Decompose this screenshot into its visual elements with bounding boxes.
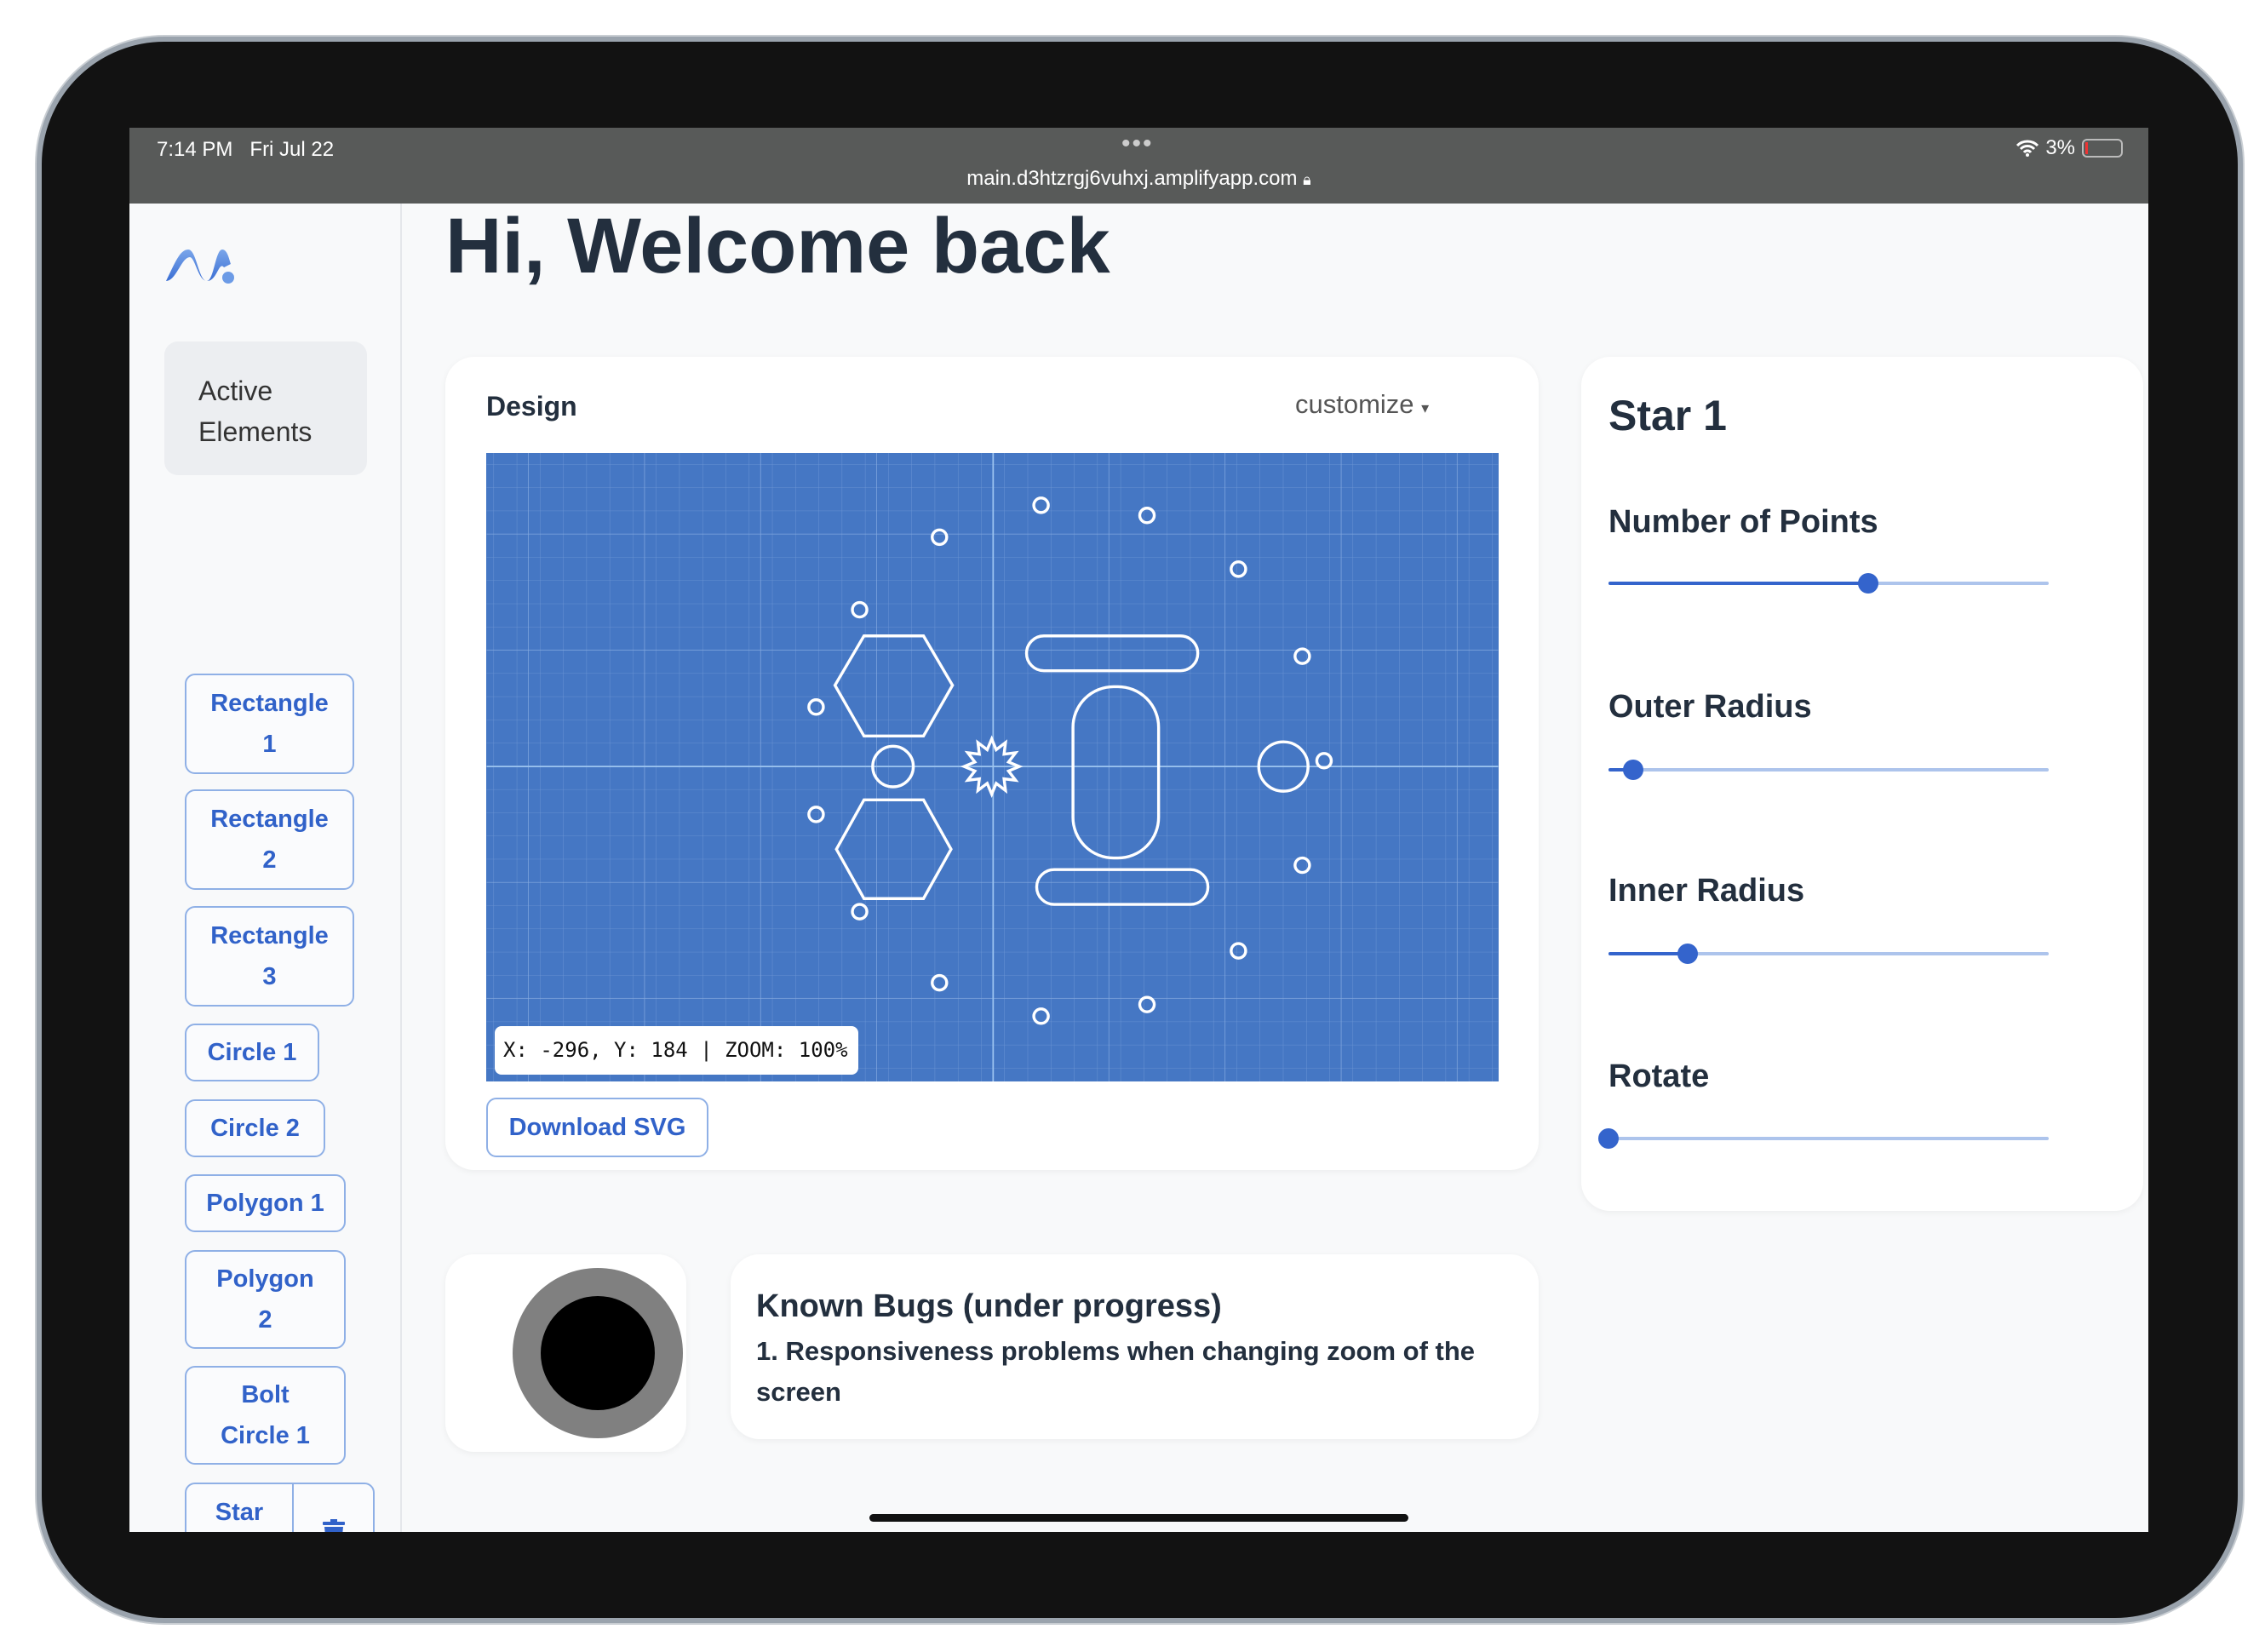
page-title: Hi, Welcome back (445, 203, 1110, 290)
element-rectangle-1[interactable]: Rectangle 1 (185, 674, 354, 774)
slider-thumb[interactable] (1677, 944, 1699, 964)
element-star-1: Star 1 (185, 1483, 375, 1532)
address-bar[interactable]: main.d3htzrgj6vuhxj.amplifyapp.com 🔒︎ (129, 167, 2148, 191)
element-polygon-2[interactable]: Polygon 2 (185, 1250, 346, 1349)
known-bugs-card: Known Bugs (under progress) 1. Responsiv… (731, 1254, 1539, 1439)
caret-down-icon: ▾ (1421, 399, 1430, 416)
inner-radius-label: Inner Radius (1608, 873, 1805, 909)
preview-circle-icon (513, 1268, 683, 1438)
element-circle-2[interactable]: Circle 2 (185, 1099, 325, 1157)
status-bar: 7:14 PM Fri Jul 22 ••• main.d3htzrgj6vuh… (129, 128, 2148, 204)
number-of-points-slider[interactable] (1608, 571, 2049, 596)
screen: 7:14 PM Fri Jul 22 ••• main.d3htzrgj6vuh… (129, 128, 2148, 1532)
slider-thumb[interactable] (1598, 1128, 1619, 1149)
home-indicator[interactable] (869, 1514, 1408, 1522)
number-of-points-label: Number of Points (1608, 504, 1878, 540)
rotate-label: Rotate (1608, 1058, 1710, 1094)
coordinate-readout: X: -296, Y: 184 | ZOOM: 100% (495, 1026, 858, 1075)
rotate-slider[interactable] (1598, 1126, 2049, 1151)
element-rectangle-3[interactable]: Rectangle 3 (185, 906, 354, 1007)
time: 7:14 PM (157, 138, 233, 161)
element-star-1-label[interactable]: Star 1 (186, 1484, 294, 1532)
slider-thumb[interactable] (1622, 760, 1643, 780)
download-svg-button[interactable]: Download SVG (486, 1098, 708, 1157)
element-polygon-1[interactable]: Polygon 1 (185, 1174, 346, 1232)
outer-radius-slider[interactable] (1608, 757, 2049, 783)
known-bugs-title: Known Bugs (under progress) (756, 1288, 1222, 1324)
url-text: main.d3htzrgj6vuhxj.amplifyapp.com (966, 167, 1298, 190)
status-icons: 3% (2016, 136, 2123, 160)
delete-button[interactable] (294, 1484, 373, 1532)
design-heading: Design (486, 391, 577, 422)
known-bugs-text: 1. Responsiveness problems when changing… (756, 1336, 1476, 1407)
element-circle-1[interactable]: Circle 1 (185, 1024, 319, 1081)
properties-panel: Star 1 Number of Points Outer Radius Inn… (1581, 357, 2143, 1211)
element-bolt-circle-1[interactable]: Bolt Circle 1 (185, 1366, 346, 1465)
status-time: 7:14 PM Fri Jul 22 (157, 138, 334, 162)
element-rectangle-2[interactable]: Rectangle 2 (185, 789, 354, 890)
design-canvas[interactable]: X: -296, Y: 184 | ZOOM: 100% (486, 453, 1499, 1081)
sidebar: Active Elements Rectangle 1 Rectangle 2 … (129, 204, 402, 1532)
battery-percent: 3% (2045, 136, 2075, 159)
design-card: Design customize ▾ X: -296, Y: 184 | ZOO… (445, 357, 1539, 1170)
trash-icon (322, 1518, 345, 1532)
outer-radius-label: Outer Radius (1608, 689, 1812, 725)
active-elements-heading: Active Elements (164, 341, 367, 475)
inner-radius-slider[interactable] (1608, 941, 2049, 967)
slider-thumb[interactable] (1858, 573, 1879, 594)
slider-fill (1608, 952, 1689, 955)
lock-icon: 🔒︎ (1303, 171, 1311, 188)
battery-icon (2082, 139, 2123, 158)
slider-fill (1608, 582, 1869, 585)
properties-title: Star 1 (1608, 392, 1727, 439)
customize-label: customize (1295, 389, 1414, 419)
date: Fri Jul 22 (249, 138, 335, 161)
wifi-icon (2016, 140, 2039, 157)
slider-track (1608, 768, 2049, 772)
canvas-svg[interactable] (486, 453, 1499, 1081)
more-dots-icon[interactable]: ••• (1121, 129, 1154, 158)
customize-dropdown[interactable]: customize ▾ (1295, 389, 1429, 420)
app-logo (166, 250, 234, 284)
preview-card (445, 1254, 686, 1452)
slider-track (1608, 1137, 2049, 1140)
